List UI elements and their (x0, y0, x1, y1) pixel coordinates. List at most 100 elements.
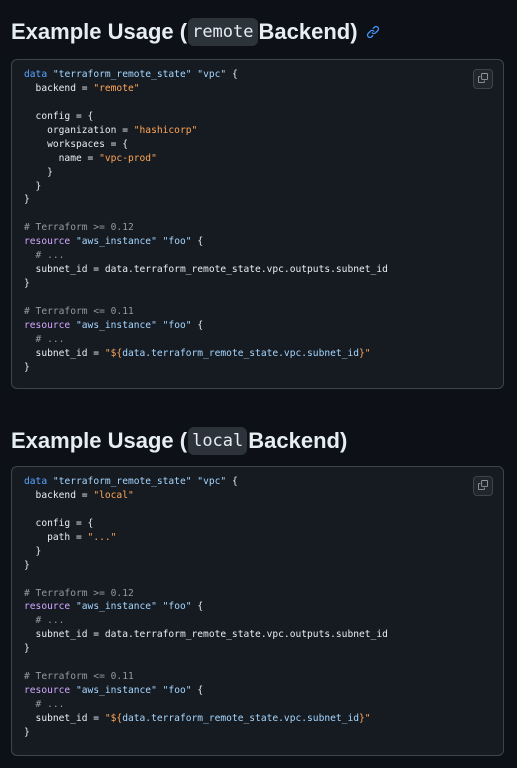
code-token: "foo" (162, 685, 192, 697)
copy-icon (478, 70, 488, 88)
code-token: data.terraform_remote_state.vpc.subnet_i… (122, 712, 360, 724)
copy-button[interactable] (473, 476, 493, 496)
code-token: } (24, 643, 30, 655)
code-token: } (24, 180, 42, 192)
code-token: config = { (24, 110, 94, 122)
code-line: } (24, 193, 388, 207)
heading-code: local (188, 427, 248, 455)
code-token: resource (24, 319, 71, 331)
code-content: data "terraform_remote_state" "vpc" { ba… (24, 475, 388, 740)
code-line: } (24, 559, 388, 573)
code-token: "hashicorp" (133, 124, 198, 136)
code-line: subnet_id = "${data.terraform_remote_sta… (24, 347, 388, 361)
code-line: ​ (24, 573, 388, 587)
code-line: } (24, 642, 388, 656)
code-token: # ... (24, 699, 65, 710)
code-line: ​ (24, 656, 388, 670)
code-token: # Terraform <= 0.11 (24, 671, 134, 683)
code-line: } (24, 545, 388, 559)
code-line: config = { (24, 110, 388, 124)
code-line: path = "..." (24, 531, 388, 545)
code-token: workspaces = { (24, 138, 128, 150)
code-line: subnet_id = data.terraform_remote_state.… (24, 628, 388, 642)
code-token: }" (359, 347, 371, 359)
code-line: # Terraform >= 0.12 (24, 587, 388, 601)
code-token: } (24, 545, 42, 557)
code-token: data.terraform_remote_state.vpc.subnet_i… (122, 347, 360, 359)
code-line: } (24, 361, 388, 375)
code-line: subnet_id = "${data.terraform_remote_sta… (24, 712, 388, 726)
code-line: config = { (24, 517, 388, 531)
code-line: ​ (24, 503, 388, 517)
code-token: # ... (24, 250, 65, 262)
code-token: { (191, 601, 204, 613)
code-token: # ... (24, 615, 65, 627)
code-token: } (24, 278, 30, 290)
code-line: data "terraform_remote_state" "vpc" { (24, 475, 388, 489)
code-token: backend = (24, 82, 94, 94)
code-token: resource (24, 601, 71, 613)
code-line: subnet_id = data.terraform_remote_state.… (24, 263, 388, 277)
code-token: "vpc-prod" (99, 152, 157, 164)
code-line: # ... (24, 698, 388, 712)
code-token: path = (24, 531, 88, 543)
code-token: { (191, 319, 204, 331)
heading-suffix: Backend) (248, 428, 348, 453)
code-line: resource "aws_instance" "foo" { (24, 319, 388, 333)
code-block: data "terraform_remote_state" "vpc" { ba… (11, 59, 504, 389)
code-token: } (24, 194, 30, 206)
code-token: subnet_id = data.terraform_remote_state.… (24, 264, 388, 276)
code-line: # Terraform <= 0.11 (24, 305, 388, 319)
code-token: { (191, 236, 204, 248)
code-token: }" (359, 712, 371, 724)
code-line: name = "vpc-prod" (24, 152, 388, 166)
code-token: config = { (24, 517, 94, 529)
code-line: # Terraform <= 0.11 (24, 670, 388, 684)
code-token: resource (24, 685, 71, 697)
heading-prefix: Example Usage ( (11, 428, 188, 453)
code-line: ​ (24, 207, 388, 221)
code-token: { (226, 69, 238, 80)
link-icon[interactable] (366, 25, 380, 39)
code-token: "foo" (162, 236, 192, 248)
code-token: # ... (24, 333, 65, 345)
code-line: resource "aws_instance" "foo" { (24, 684, 388, 698)
heading-prefix: Example Usage ( (11, 19, 188, 44)
code-line: # Terraform >= 0.12 (24, 221, 388, 235)
code-token: } (24, 559, 30, 571)
code-token: "terraform_remote_state" (52, 476, 192, 487)
code-block: data "terraform_remote_state" "vpc" { ba… (11, 466, 504, 756)
copy-icon (478, 477, 488, 495)
code-line: workspaces = { (24, 138, 388, 152)
section-heading: Example Usage ( remote Backend) (11, 17, 380, 47)
code-line: } (24, 277, 388, 291)
code-line: # ... (24, 249, 388, 263)
code-line: organization = "hashicorp" (24, 124, 388, 138)
code-content: data "terraform_remote_state" "vpc" { ba… (24, 68, 388, 375)
section-heading: Example Usage ( local Backend) (11, 426, 347, 456)
code-token: { (191, 685, 204, 697)
code-line: ​ (24, 96, 388, 110)
code-token: "${ (104, 712, 123, 724)
heading-suffix: Backend) (258, 19, 358, 44)
code-token: organization = (24, 124, 134, 136)
code-token: resource (24, 236, 71, 248)
copy-button[interactable] (473, 69, 493, 89)
code-line: data "terraform_remote_state" "vpc" { (24, 68, 388, 82)
code-token: name = (24, 152, 100, 164)
heading-code: remote (188, 18, 258, 46)
code-token: { (226, 476, 238, 487)
code-token: } (24, 726, 30, 738)
code-token: "local" (93, 489, 134, 501)
code-token: "..." (87, 531, 117, 543)
code-line: # ... (24, 333, 388, 347)
code-line: backend = "remote" (24, 82, 388, 96)
code-line: resource "aws_instance" "foo" { (24, 235, 388, 249)
code-token: # Terraform >= 0.12 (24, 587, 134, 599)
code-token: } (24, 361, 30, 373)
code-token: data (24, 476, 48, 487)
code-line: } (24, 726, 388, 740)
code-line: ​ (24, 291, 388, 305)
code-line: } (24, 180, 388, 194)
code-token: "terraform_remote_state" (52, 69, 192, 80)
